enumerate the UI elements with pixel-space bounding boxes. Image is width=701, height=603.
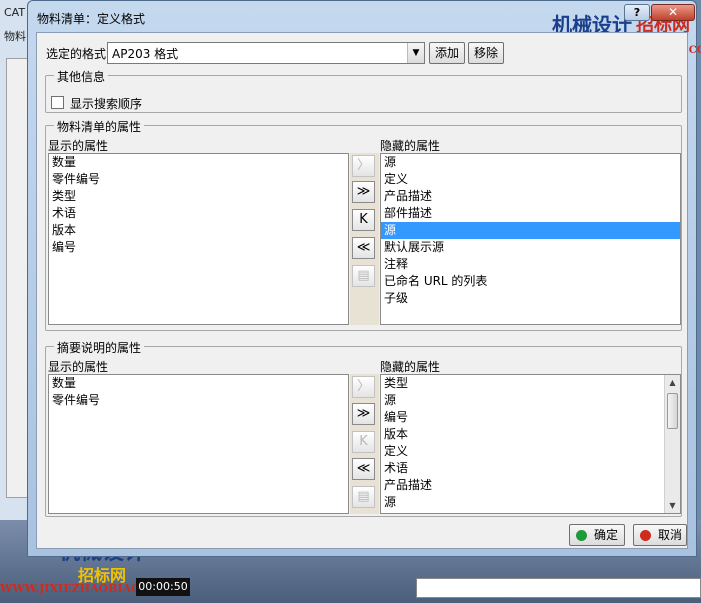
move-one-left-icon[interactable]: K	[352, 209, 375, 231]
dialog-titlebar[interactable]: 物料清单：定义格式 机械设计 招标网 WWW.JIXIEZHAOBIAO.COM…	[28, 1, 701, 56]
list-item[interactable]: 源	[381, 222, 680, 239]
summary-attributes-legend: 摘要说明的属性	[54, 339, 145, 356]
summary-attributes-group: 摘要说明的属性 显示的属性 隐藏的属性 数量 零件编号 〉 ≫ K ≪ ▤ 类型源…	[45, 339, 682, 517]
summary-hidden-scrollbar[interactable]: ▲ ▼	[664, 375, 680, 513]
move-one-right-icon[interactable]: 〉	[352, 155, 375, 177]
list-item[interactable]: 版本	[381, 426, 665, 443]
move-all-right-icon[interactable]: ≫	[352, 403, 375, 425]
bom-attributes-group: 物料清单的属性 显示的属性 隐藏的属性 数量 零件编号 类型 术语 版本 编号 〉 ≫ K…	[45, 118, 682, 331]
status-input[interactable]	[416, 578, 701, 598]
summary-move-toolbar: 〉 ≫ K ≪ ▤	[350, 374, 379, 514]
add-format-button[interactable]: 添加	[429, 42, 465, 64]
close-button[interactable]: ✕	[651, 4, 695, 21]
dialog-title: 物料清单：定义格式	[37, 12, 146, 26]
bom-shown-label: 显示的属性	[48, 139, 109, 153]
list-item[interactable]: 定义	[381, 443, 665, 460]
list-item[interactable]: 默认展示源	[381, 239, 680, 256]
summary-hidden-list[interactable]: 类型源编号 版本 定义 术语 产品描述源 ▲ ▼	[380, 374, 681, 514]
background-app-subtitle: 物料	[4, 30, 26, 43]
move-one-right-icon[interactable]: 〉	[352, 376, 375, 398]
format-label: 选定的格式	[46, 47, 107, 61]
show-search-order-checkbox[interactable]	[51, 96, 64, 109]
chevron-down-icon[interactable]: ▼	[407, 43, 424, 63]
format-select-value: AP203 格式	[112, 47, 179, 61]
summary-hidden-label: 隐藏的属性	[380, 360, 441, 374]
move-all-left-icon[interactable]: ≪	[352, 237, 375, 259]
format-select[interactable]: AP203 格式 ▼	[107, 42, 425, 64]
cancel-label: 取消	[658, 528, 683, 542]
properties-icon[interactable]: ▤	[352, 265, 375, 287]
bom-attributes-legend: 物料清单的属性	[54, 118, 145, 135]
scroll-up-icon[interactable]: ▲	[665, 375, 680, 390]
list-item[interactable]: 类型	[49, 188, 348, 205]
define-format-dialog: 物料清单：定义格式 机械设计 招标网 WWW.JIXIEZHAOBIAO.COM…	[27, 0, 701, 557]
bom-move-toolbar: 〉 ≫ K ≪ ▤	[350, 153, 379, 325]
list-item[interactable]: 术语	[381, 460, 665, 477]
list-item[interactable]: 定义	[381, 171, 680, 188]
list-item[interactable]: 产品描述	[381, 477, 665, 494]
cancel-icon	[640, 530, 651, 541]
list-item[interactable]: 源	[381, 392, 665, 409]
list-item[interactable]: 版本	[49, 222, 348, 239]
list-item[interactable]: 数量	[49, 154, 348, 171]
list-item[interactable]: 零件编号	[49, 171, 348, 188]
dialog-client-area: 选定的格式 AP203 格式 ▼ 添加 移除 其他信息 显示搜索顺序 物料清单的…	[36, 32, 688, 549]
cancel-button[interactable]: 取消	[633, 524, 687, 546]
list-item[interactable]: 编号	[49, 239, 348, 256]
scroll-down-icon[interactable]: ▼	[665, 498, 680, 513]
list-item[interactable]: 零件编号	[49, 392, 348, 409]
move-all-left-icon[interactable]: ≪	[352, 458, 375, 480]
list-item[interactable]: 注释	[381, 256, 680, 273]
list-item[interactable]: 子级	[381, 290, 680, 307]
scroll-thumb[interactable]	[667, 393, 678, 429]
list-item[interactable]: 部件描述	[381, 205, 680, 222]
other-info-group: 其他信息 显示搜索顺序	[45, 68, 682, 113]
ok-icon	[576, 530, 587, 541]
list-item[interactable]: 已命名 URL 的列表	[381, 273, 680, 290]
summary-shown-label: 显示的属性	[48, 360, 109, 374]
video-timecode: 00:00:50	[136, 578, 190, 596]
summary-shown-list[interactable]: 数量 零件编号	[48, 374, 349, 514]
background-app-title: CAT	[4, 6, 26, 19]
ok-button[interactable]: 确定	[569, 524, 625, 546]
properties-icon[interactable]: ▤	[352, 486, 375, 508]
other-info-legend: 其他信息	[54, 68, 109, 85]
list-item[interactable]: 编号	[381, 409, 665, 426]
ok-label: 确定	[594, 528, 619, 542]
remove-format-button[interactable]: 移除	[468, 42, 504, 64]
move-all-right-icon[interactable]: ≫	[352, 181, 375, 203]
bom-hidden-list[interactable]: 源定义 产品描述 部件描述源默认展示源 注释 已命名 URL 的列表 子级	[380, 153, 681, 325]
help-button[interactable]: ?	[624, 4, 650, 21]
list-item[interactable]: 类型	[381, 375, 665, 392]
list-item[interactable]: 源	[381, 154, 680, 171]
list-item[interactable]: 产品描述	[381, 188, 680, 205]
list-item[interactable]: 术语	[49, 205, 348, 222]
bom-hidden-label: 隐藏的属性	[380, 139, 441, 153]
list-item[interactable]: 源	[381, 494, 665, 511]
show-search-order-label: 显示搜索顺序	[70, 97, 143, 111]
bom-shown-list[interactable]: 数量 零件编号 类型 术语 版本 编号	[48, 153, 349, 325]
move-one-left-icon[interactable]: K	[352, 431, 375, 453]
list-item[interactable]: 数量	[49, 375, 348, 392]
